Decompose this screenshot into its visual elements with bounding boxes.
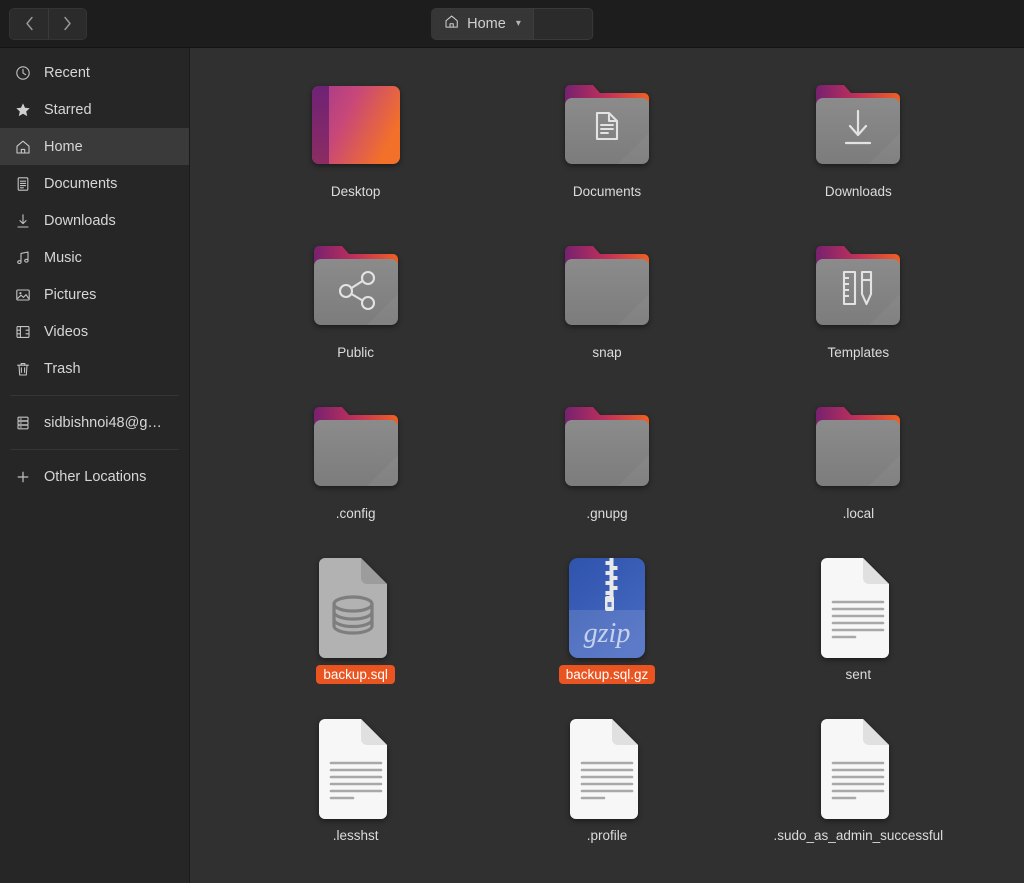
file-label: Public <box>331 343 380 362</box>
chevron-down-icon[interactable]: ▾ <box>516 18 521 29</box>
sidebar-item-trash[interactable]: Trash <box>0 350 189 387</box>
header-bar: Home ▾ <box>0 0 1024 48</box>
sidebar-item-label: sidbishnoi48@g… <box>44 415 162 431</box>
folder-templates-icon <box>804 231 912 341</box>
text-file-icon <box>553 714 661 824</box>
back-button[interactable] <box>10 9 48 39</box>
file-item[interactable]: .local <box>733 392 984 553</box>
sidebar-item-label: Trash <box>44 361 81 377</box>
file-label: .local <box>837 504 881 523</box>
sidebar: Recent Starred Home Documents <box>0 48 190 883</box>
sidebar-item-documents[interactable]: Documents <box>0 165 189 202</box>
file-label: Desktop <box>325 182 387 201</box>
path-bar: Home ▾ <box>431 8 593 40</box>
file-item[interactable]: Templates <box>733 231 984 392</box>
sidebar-item-label: Starred <box>44 102 92 118</box>
sidebar-item-other-locations[interactable]: Other Locations <box>0 458 189 495</box>
file-label: backup.sql <box>316 665 395 684</box>
file-item[interactable]: backup.sql <box>230 553 481 714</box>
window-body: Recent Starred Home Documents <box>0 48 1024 883</box>
forward-button[interactable] <box>48 9 86 39</box>
gzip-archive-icon: gzip <box>553 553 661 663</box>
sidebar-item-label: Videos <box>44 324 88 340</box>
sidebar-item-label: Pictures <box>44 287 96 303</box>
sidebar-item-label: Other Locations <box>44 469 146 485</box>
desktop-gradient-icon <box>302 70 410 180</box>
sidebar-item-recent[interactable]: Recent <box>0 54 189 91</box>
file-label: .gnupg <box>580 504 633 523</box>
file-item[interactable]: .config <box>230 392 481 553</box>
sidebar-item-account[interactable]: sidbishnoi48@g… <box>0 404 189 441</box>
file-item[interactable]: sent <box>733 553 984 714</box>
file-label: .sudo_as_admin_successful <box>768 826 950 845</box>
sql-database-file-icon <box>302 553 410 663</box>
sidebar-divider <box>10 395 179 396</box>
file-item[interactable]: gzip backup.sql.gz <box>481 553 732 714</box>
trash-icon <box>14 360 31 377</box>
file-view[interactable]: Desktop <box>190 48 1024 883</box>
sidebar-item-music[interactable]: Music <box>0 239 189 276</box>
folder-downloads-icon <box>804 70 912 180</box>
sidebar-item-pictures[interactable]: Pictures <box>0 276 189 313</box>
file-item[interactable]: Public <box>230 231 481 392</box>
music-note-icon <box>14 249 31 266</box>
sidebar-item-starred[interactable]: Starred <box>0 91 189 128</box>
file-item[interactable]: Desktop <box>230 70 481 231</box>
path-label: Home <box>467 16 506 32</box>
sidebar-item-downloads[interactable]: Downloads <box>0 202 189 239</box>
file-item[interactable]: .profile <box>481 714 732 875</box>
file-label: .profile <box>581 826 634 845</box>
text-file-icon <box>302 714 410 824</box>
file-label: Documents <box>567 182 647 201</box>
path-bar-filler <box>534 9 592 39</box>
download-icon <box>14 212 31 229</box>
video-icon <box>14 323 31 340</box>
home-icon <box>14 138 31 155</box>
folder-plain-icon <box>302 392 410 502</box>
sidebar-item-label: Home <box>44 139 83 155</box>
text-file-icon <box>804 553 912 663</box>
home-icon <box>444 14 459 33</box>
file-label: Downloads <box>819 182 898 201</box>
path-button-home[interactable]: Home ▾ <box>432 9 534 39</box>
sidebar-item-label: Recent <box>44 65 90 81</box>
file-item[interactable]: snap <box>481 231 732 392</box>
file-label: snap <box>586 343 627 362</box>
folder-plain-icon <box>553 392 661 502</box>
folder-plain-icon <box>804 392 912 502</box>
sidebar-item-label: Music <box>44 250 82 266</box>
navigation-buttons <box>9 8 87 40</box>
star-icon <box>14 101 31 118</box>
sidebar-divider-2 <box>10 449 179 450</box>
folder-publicshare-icon <box>302 231 410 341</box>
files-window: Home ▾ Recent Starred <box>0 0 1024 883</box>
sidebar-item-home[interactable]: Home <box>0 128 189 165</box>
file-item[interactable]: Downloads <box>733 70 984 231</box>
sidebar-item-videos[interactable]: Videos <box>0 313 189 350</box>
file-item[interactable]: .gnupg <box>481 392 732 553</box>
file-label: Templates <box>822 343 896 362</box>
folder-documents-icon <box>553 70 661 180</box>
image-icon <box>14 286 31 303</box>
file-item[interactable]: .lesshst <box>230 714 481 875</box>
file-label: .lesshst <box>327 826 385 845</box>
file-label: sent <box>840 665 878 684</box>
document-icon <box>14 175 31 192</box>
server-icon <box>14 414 31 431</box>
file-item[interactable]: Documents <box>481 70 732 231</box>
file-label: .config <box>330 504 382 523</box>
file-label: backup.sql.gz <box>559 665 656 684</box>
plus-icon <box>14 468 31 485</box>
icon-grid: Desktop <box>190 70 1024 875</box>
sidebar-item-label: Downloads <box>44 213 116 229</box>
svg-text:gzip: gzip <box>584 618 631 649</box>
sidebar-item-label: Documents <box>44 176 117 192</box>
clock-icon <box>14 64 31 81</box>
file-item[interactable]: .sudo_as_admin_successful <box>733 714 984 875</box>
text-file-icon <box>804 714 912 824</box>
folder-plain-icon <box>553 231 661 341</box>
